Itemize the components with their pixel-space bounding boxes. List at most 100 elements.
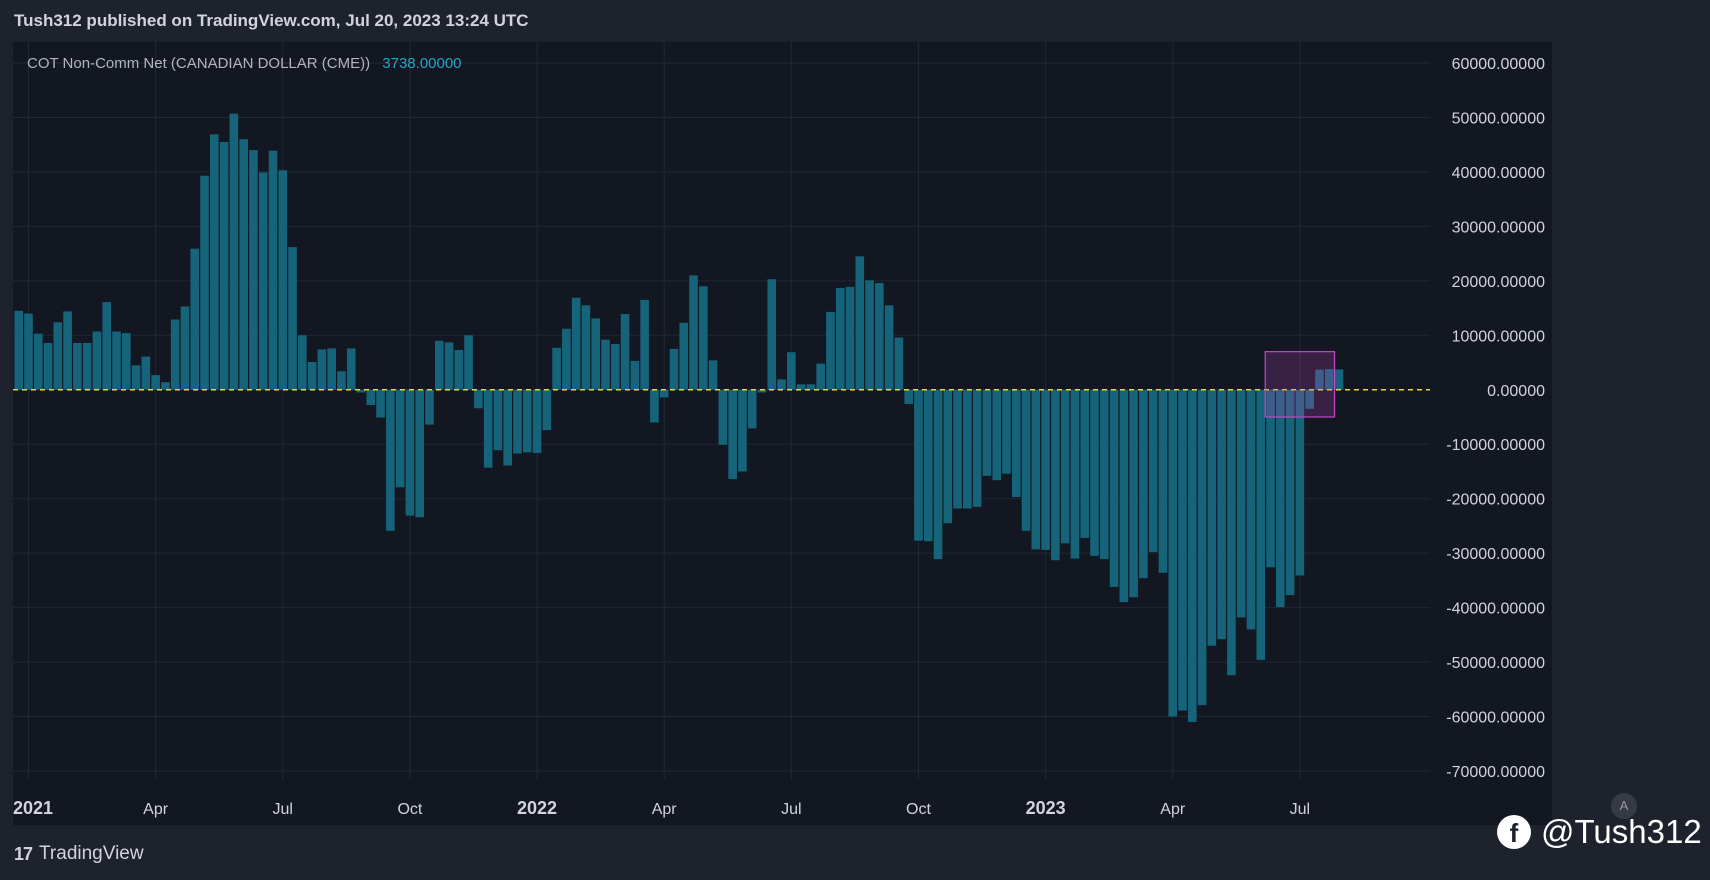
bar bbox=[1119, 389, 1129, 603]
bar bbox=[493, 389, 503, 451]
bar bbox=[1129, 389, 1138, 598]
bar bbox=[1060, 389, 1070, 544]
bar bbox=[610, 344, 620, 390]
bar bbox=[53, 322, 63, 390]
bar bbox=[1011, 389, 1021, 498]
y-tick-label: 20000.00000 bbox=[1452, 274, 1546, 291]
y-tick-label: 50000.00000 bbox=[1452, 110, 1546, 127]
x-tick-label: Oct bbox=[906, 801, 931, 818]
x-tick-label: Apr bbox=[652, 801, 678, 818]
bar bbox=[1217, 389, 1226, 640]
bar bbox=[1227, 389, 1236, 676]
bar bbox=[298, 335, 307, 390]
bar bbox=[747, 389, 757, 429]
bar bbox=[386, 389, 395, 531]
bar bbox=[953, 389, 962, 509]
bar bbox=[591, 318, 601, 390]
bar bbox=[630, 360, 640, 390]
highlight-box bbox=[1264, 351, 1336, 418]
bar bbox=[483, 389, 493, 468]
bar bbox=[82, 342, 92, 390]
bar bbox=[1188, 389, 1197, 722]
bar bbox=[327, 348, 336, 390]
bar bbox=[1051, 389, 1060, 561]
bar bbox=[982, 389, 992, 476]
bar bbox=[1139, 389, 1148, 579]
bar bbox=[1207, 389, 1217, 646]
bar bbox=[1276, 389, 1285, 608]
y-tick-label: 40000.00000 bbox=[1452, 165, 1546, 182]
bar bbox=[522, 389, 532, 453]
bar bbox=[200, 175, 209, 390]
bar bbox=[728, 389, 737, 480]
publish-info: Tush312 published on TradingView.com, Ju… bbox=[14, 11, 529, 30]
bar bbox=[787, 352, 796, 390]
bar bbox=[307, 361, 317, 390]
bar bbox=[1178, 389, 1187, 711]
publish-header: Tush312 published on TradingView.com, Ju… bbox=[0, 0, 1710, 42]
x-tick-label: Oct bbox=[397, 801, 422, 818]
bar bbox=[1041, 389, 1050, 550]
bar bbox=[268, 150, 278, 390]
x-tick-label: 2022 bbox=[517, 798, 557, 818]
price-scale-background[interactable] bbox=[1430, 42, 1552, 825]
bar bbox=[92, 331, 102, 390]
tradingview-logo[interactable]: 17 TradingView bbox=[14, 842, 144, 866]
bar bbox=[718, 389, 728, 445]
bar bbox=[738, 389, 747, 472]
bar bbox=[73, 342, 82, 390]
bar bbox=[366, 389, 376, 406]
bar bbox=[1246, 389, 1256, 630]
bar bbox=[1090, 389, 1099, 556]
bar bbox=[816, 363, 825, 390]
bar bbox=[1099, 389, 1109, 560]
y-tick-label: -50000.00000 bbox=[1446, 655, 1545, 672]
bar bbox=[699, 286, 708, 390]
bar bbox=[317, 349, 327, 390]
bar bbox=[161, 382, 170, 390]
bar bbox=[1109, 389, 1119, 587]
bar bbox=[464, 335, 473, 390]
cot-chart[interactable]: 60000.00000 50000.00000 40000.00000 30000.0… bbox=[0, 0, 1710, 880]
bar bbox=[131, 365, 141, 390]
bar bbox=[395, 389, 405, 488]
bar bbox=[425, 389, 434, 425]
bar bbox=[855, 256, 865, 390]
indicator-name: COT Non-Comm Net (CANADIAN DOLLAR (CME)) bbox=[27, 55, 371, 72]
indicator-legend[interactable]: COT Non-Comm Net (CANADIAN DOLLAR (CME))… bbox=[27, 55, 462, 72]
bar bbox=[513, 389, 522, 454]
bar bbox=[972, 389, 982, 507]
bar bbox=[1295, 389, 1305, 576]
bar bbox=[180, 306, 190, 390]
x-tick-label: Jul bbox=[1290, 801, 1310, 818]
bar bbox=[581, 305, 591, 390]
bar bbox=[562, 328, 571, 390]
bar bbox=[884, 305, 894, 390]
bar bbox=[532, 389, 542, 453]
bar bbox=[640, 299, 649, 390]
bar bbox=[1285, 389, 1295, 596]
x-tick-label: 2023 bbox=[1026, 798, 1066, 818]
y-tick-label: -30000.00000 bbox=[1446, 546, 1545, 563]
bar bbox=[689, 275, 698, 390]
bar bbox=[659, 389, 669, 398]
bar bbox=[288, 247, 297, 390]
author-handle: @Tush312 bbox=[1541, 813, 1702, 850]
bar bbox=[650, 389, 659, 423]
bar bbox=[474, 389, 483, 409]
bar bbox=[796, 384, 806, 390]
y-tick-label: -20000.00000 bbox=[1446, 492, 1545, 509]
bar bbox=[620, 314, 630, 390]
bar bbox=[24, 313, 33, 390]
bar bbox=[669, 348, 679, 390]
y-tick-label: 10000.00000 bbox=[1452, 328, 1546, 345]
bar bbox=[170, 319, 180, 390]
bar bbox=[1334, 369, 1344, 390]
x-tick-label: Apr bbox=[143, 801, 169, 818]
bar bbox=[992, 389, 1001, 481]
y-tick-label: -40000.00000 bbox=[1446, 601, 1545, 618]
bar bbox=[826, 311, 835, 390]
bar bbox=[14, 310, 23, 390]
author-watermark: f @Tush312 bbox=[1497, 810, 1702, 854]
x-tick-label: Apr bbox=[1160, 801, 1186, 818]
